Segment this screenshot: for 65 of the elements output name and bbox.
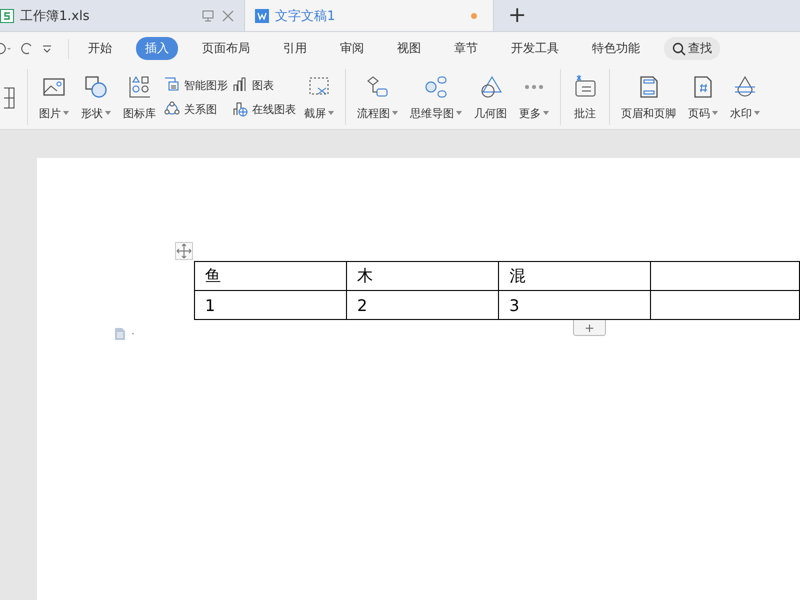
mind-map-dropdown-button[interactable]: 思维导图 <box>406 74 466 120</box>
comment-button[interactable]: 批注 <box>568 74 602 120</box>
menu-tab[interactable]: 审阅 <box>331 37 373 60</box>
caret-icon[interactable] <box>392 111 398 115</box>
screenshot-dropdown-button[interactable]: 截屏 <box>300 74 338 120</box>
menu-tab[interactable]: 插入 <box>136 37 178 60</box>
caret-icon[interactable] <box>712 111 718 115</box>
menu-tab[interactable]: 章节 <box>445 37 487 60</box>
picture-dropdown-button[interactable]: 图片 <box>35 74 73 120</box>
online-chart-icon <box>232 101 248 117</box>
smart-graphic-button[interactable]: 智能图形 <box>164 77 228 93</box>
menu-tab[interactable]: 开发工具 <box>502 37 568 60</box>
document-tab[interactable]: 文字文稿1 <box>244 0 494 31</box>
move-handle-icon[interactable] <box>175 242 193 260</box>
table-cell[interactable] <box>650 262 800 290</box>
add-row-button[interactable]: + <box>573 320 606 336</box>
search-icon <box>672 42 686 56</box>
watermark-icon <box>732 74 758 100</box>
search-button[interactable]: 查找 <box>664 37 720 60</box>
table-cell[interactable]: 鱼 <box>194 262 347 290</box>
smart-graphic-icon <box>164 77 180 93</box>
table-cell[interactable] <box>650 290 800 320</box>
bar-chart-icon <box>232 77 248 93</box>
header-footer-button[interactable]: 页眉和页脚 <box>617 74 680 120</box>
menu-tab[interactable]: 视图 <box>388 37 430 60</box>
menu-tab[interactable]: 特色功能 <box>583 37 649 60</box>
document-tab[interactable]: 工作簿1.xls <box>0 0 244 31</box>
unsaved-dot <box>471 12 477 18</box>
bar-chart-button[interactable]: 图表 <box>232 77 296 93</box>
document-icon <box>255 8 269 22</box>
new-tab-button[interactable]: + <box>494 0 540 31</box>
menu-tab[interactable]: 开始 <box>79 37 121 60</box>
redo-icon[interactable] <box>20 42 34 54</box>
table-cell[interactable]: 3 <box>498 290 651 320</box>
online-chart-button[interactable]: 在线图表 <box>232 101 296 117</box>
shapes-dropdown-button[interactable]: 形状 <box>77 74 115 120</box>
table-cell[interactable]: 混 <box>498 262 651 290</box>
table-cell[interactable]: 木 <box>346 262 499 290</box>
more-icon <box>525 84 543 88</box>
close-icon[interactable] <box>222 10 234 22</box>
geometry-button[interactable]: 几何图 <box>470 74 511 120</box>
relation-button[interactable]: 关系图 <box>164 101 228 117</box>
flowchart-icon <box>364 74 390 100</box>
relation-icon <box>164 101 180 117</box>
caret-icon[interactable] <box>105 111 111 115</box>
monitor-icon[interactable] <box>202 10 214 22</box>
watermark-dropdown-button[interactable]: 水印 <box>726 74 764 120</box>
menu-tab[interactable]: 页面布局 <box>193 37 259 60</box>
icon-library-button[interactable]: 图标库 <box>119 74 160 120</box>
menu-tab[interactable]: 引用 <box>274 37 316 60</box>
spreadsheet-icon <box>0 8 14 22</box>
page-number-dropdown-button[interactable]: 页码 <box>684 74 722 120</box>
shapes-icon <box>83 74 109 100</box>
table-cell[interactable]: 2 <box>346 290 499 320</box>
icon-library-icon <box>126 74 152 100</box>
dropdown-icon[interactable] <box>42 44 52 54</box>
more-dropdown-button[interactable]: 更多 <box>515 74 553 120</box>
table-cell[interactable]: 1 <box>194 290 347 320</box>
caret-icon[interactable] <box>63 111 69 115</box>
caret-icon[interactable] <box>543 111 549 115</box>
flowchart-dropdown-button[interactable]: 流程图 <box>353 74 402 120</box>
caret-icon[interactable] <box>754 111 760 115</box>
caret-icon[interactable] <box>456 111 462 115</box>
caret-icon[interactable] <box>328 111 334 115</box>
mind-map-icon <box>423 74 449 100</box>
